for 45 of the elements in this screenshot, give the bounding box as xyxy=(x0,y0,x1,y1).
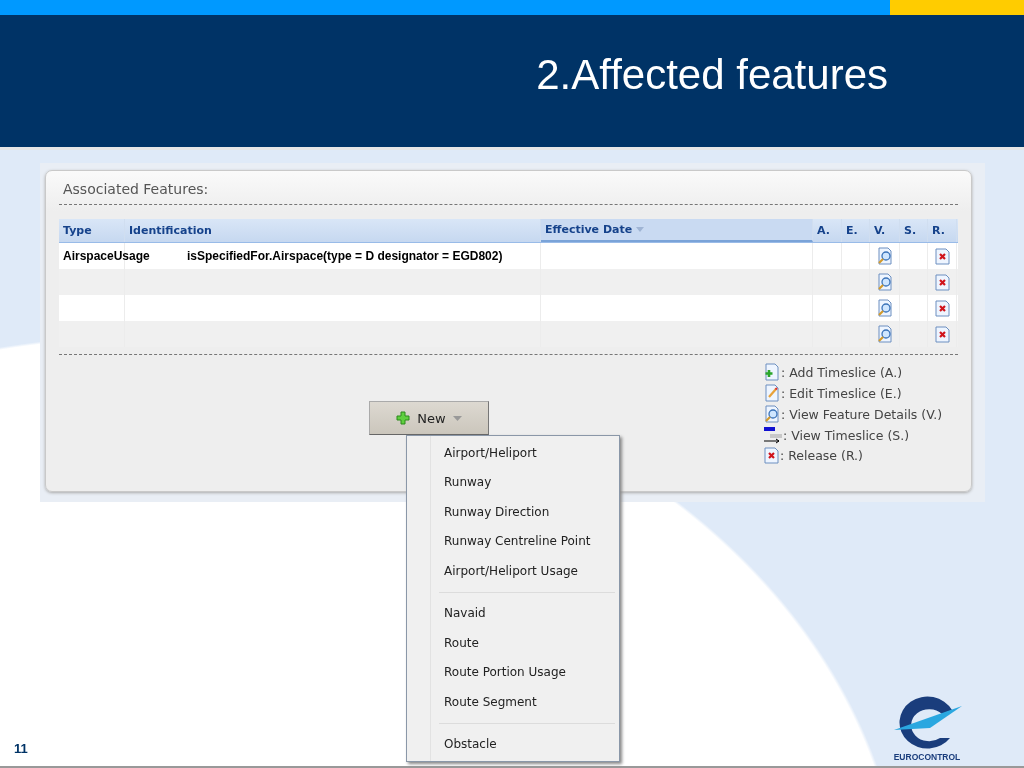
document-x-icon[interactable] xyxy=(934,299,950,317)
sort-caret-icon xyxy=(636,227,645,232)
column-header[interactable]: A. xyxy=(813,219,842,242)
document-x-icon xyxy=(764,447,779,464)
logo-text: EUROCONTROL xyxy=(893,752,961,762)
panel-title: Associated Features: xyxy=(62,181,210,199)
caret-icon xyxy=(452,415,462,421)
document-magnifier-icon xyxy=(764,405,780,423)
plus-icon xyxy=(396,411,411,425)
table-cell: AirspaceUsage xyxy=(63,249,150,263)
bar-arrow-icon xyxy=(764,426,782,444)
document-magnifier-icon[interactable] xyxy=(876,247,893,265)
menu-item[interactable]: Runway Centreline Point xyxy=(407,526,619,556)
document-x-icon[interactable] xyxy=(934,273,950,291)
document-magnifier-icon[interactable] xyxy=(876,325,893,343)
document-magnifier-icon[interactable] xyxy=(876,299,893,317)
legend-text: : Release (R.) xyxy=(780,448,863,463)
legend-text: : View Timeslice (S.) xyxy=(783,427,910,443)
menu-item[interactable]: Navaid xyxy=(407,598,619,628)
menu-item[interactable]: Runway Direction xyxy=(407,497,619,527)
menu-item[interactable]: Obstacle xyxy=(407,729,619,759)
table-cell: isSpecifiedFor.Airspace(type = D designator = EGD802) xyxy=(187,249,503,263)
menu-item[interactable]: Airport/Heliport xyxy=(407,438,619,468)
menu-item[interactable]: Runway xyxy=(407,467,619,497)
column-header[interactable]: S. xyxy=(900,219,928,242)
column-header[interactable]: Effective Date xyxy=(541,219,813,242)
document-plus-icon xyxy=(764,363,780,381)
legend-text: : View Feature Details (V.) xyxy=(781,406,942,422)
menu-item[interactable]: Airport/Heliport Usage xyxy=(407,556,619,586)
page-number: 11 xyxy=(14,741,28,758)
document-x-icon[interactable] xyxy=(934,325,950,343)
column-header[interactable]: Type xyxy=(59,219,125,242)
menu-item[interactable]: Route Portion Usage xyxy=(407,657,619,687)
document-magnifier-icon[interactable] xyxy=(876,273,893,291)
legend-text: : Add Timeslice (A.) xyxy=(781,364,902,380)
column-header[interactable]: V. xyxy=(870,219,900,242)
new-button[interactable]: New xyxy=(369,401,489,435)
column-header[interactable]: R. xyxy=(928,219,957,242)
column-header[interactable]: E. xyxy=(842,219,870,242)
document-pencil-icon xyxy=(764,384,780,402)
menu-item[interactable]: Route Segment xyxy=(407,687,619,717)
legend-text: : Edit Timeslice (E.) xyxy=(781,385,902,401)
document-x-icon[interactable] xyxy=(934,247,950,265)
slide-title: 2.Affected features xyxy=(536,51,888,99)
menu-item[interactable]: Route xyxy=(407,628,619,658)
